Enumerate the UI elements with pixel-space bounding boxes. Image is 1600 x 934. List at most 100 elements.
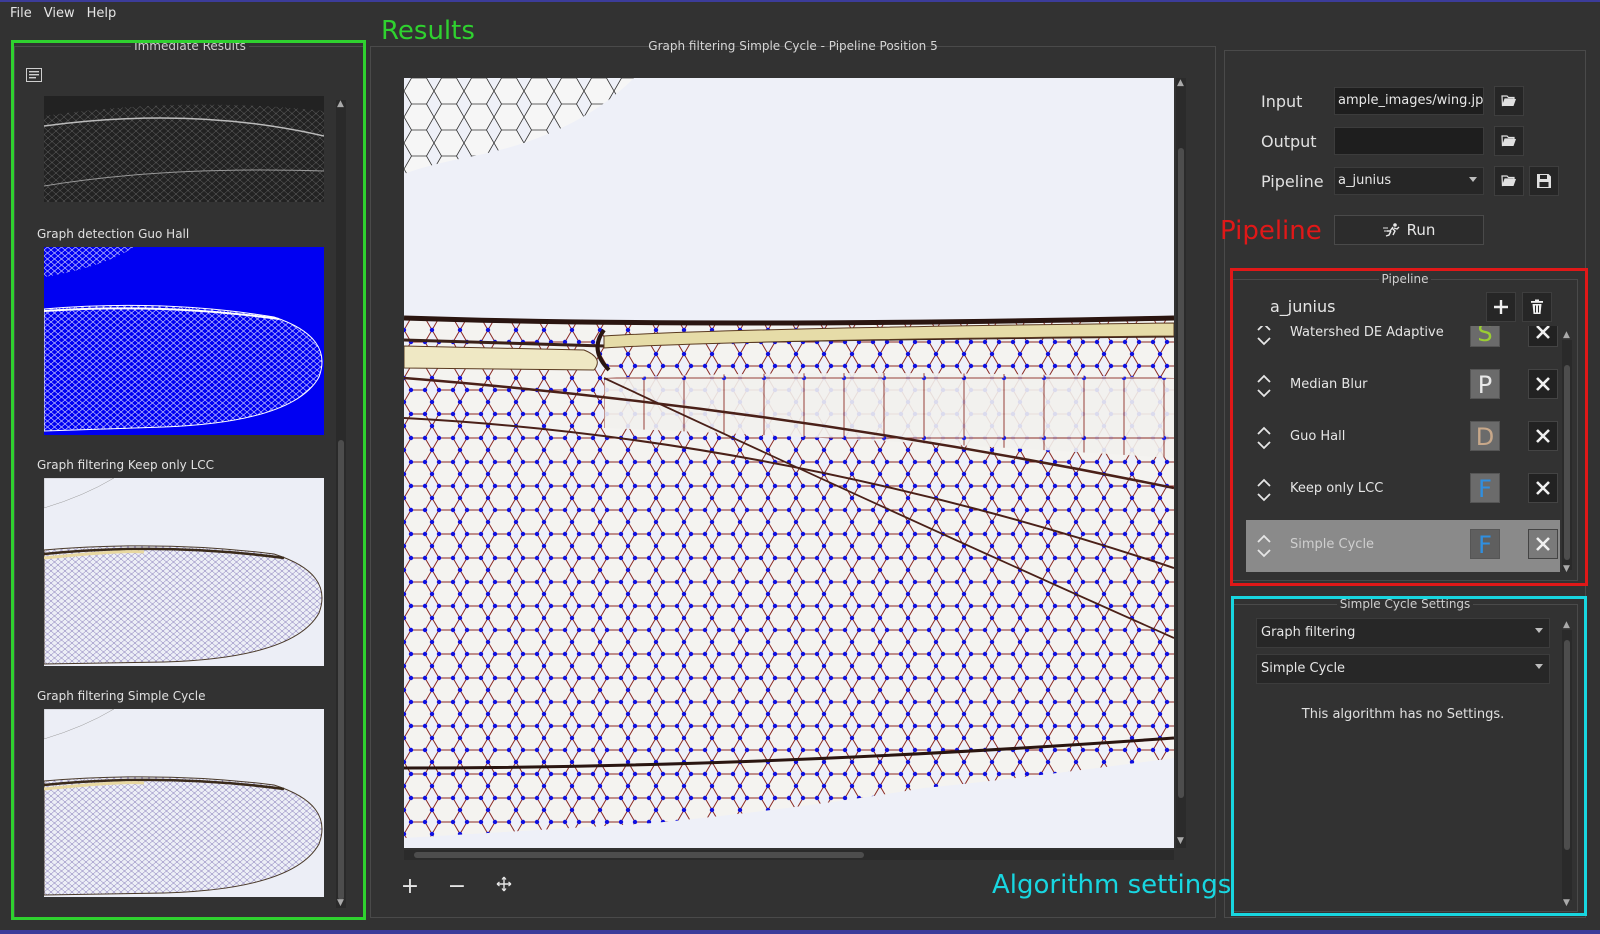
- result-thumbnail-segmentation[interactable]: [44, 96, 324, 202]
- close-icon: [1536, 377, 1550, 391]
- reorder-arrows-icon[interactable]: [1256, 476, 1272, 504]
- running-person-icon: [1382, 223, 1400, 237]
- pipeline-select[interactable]: a_junius: [1334, 167, 1484, 195]
- results-list-icon[interactable]: [26, 68, 42, 82]
- step-type-badge: D: [1470, 421, 1500, 451]
- add-step-button[interactable]: [1486, 292, 1516, 322]
- remove-step-button[interactable]: [1528, 369, 1558, 399]
- input-path-field[interactable]: ample_images/wing.jpg: [1334, 87, 1484, 115]
- close-icon: [1536, 429, 1550, 443]
- settings-scrollbar-thumb[interactable]: [1564, 640, 1570, 850]
- wing-image-canvas[interactable]: [404, 78, 1174, 848]
- pipeline-step-name: Guo Hall: [1290, 429, 1346, 444]
- settings-scroll-down-icon[interactable]: ▼: [1563, 898, 1570, 908]
- viewer-scroll-down-icon[interactable]: ▼: [1177, 836, 1184, 846]
- close-icon: [1536, 326, 1550, 339]
- viewer-horizontal-scrollbar-thumb[interactable]: [414, 852, 864, 858]
- close-icon: [1536, 537, 1550, 551]
- remove-step-button[interactable]: [1528, 421, 1558, 451]
- input-label: Input: [1261, 92, 1303, 111]
- algorithm-category-value: Graph filtering: [1261, 625, 1356, 640]
- step-type-badge: S: [1470, 326, 1500, 347]
- no-settings-message: This algorithm has no Settings.: [1301, 707, 1505, 722]
- pipeline-select-value: a_junius: [1338, 173, 1392, 188]
- result-thumbnail-simple-cycle[interactable]: [44, 709, 324, 897]
- menu-bar: File View Help: [0, 2, 1600, 24]
- plus-icon: [1494, 300, 1508, 314]
- pipeline-step-selected[interactable]: Simple Cycle F: [1246, 520, 1560, 572]
- algorithm-category-select[interactable]: Graph filtering: [1256, 618, 1550, 648]
- menu-view[interactable]: View: [38, 6, 81, 21]
- results-scrollbar[interactable]: [336, 100, 346, 908]
- step-type-badge: F: [1470, 529, 1500, 559]
- move-arrows-icon: [496, 876, 512, 892]
- pipeline-step[interactable]: Median Blur P: [1246, 360, 1560, 412]
- pipeline-scrollbar-thumb[interactable]: [1564, 365, 1570, 560]
- reorder-arrows-icon[interactable]: [1256, 424, 1272, 452]
- reorder-arrows-icon[interactable]: [1256, 372, 1272, 400]
- pipeline-step[interactable]: Keep only LCC F: [1246, 464, 1560, 516]
- save-icon: [1537, 174, 1551, 188]
- result-caption: Graph filtering Keep only LCC: [37, 458, 215, 472]
- pipeline-step-name: Keep only LCC: [1290, 481, 1384, 496]
- zoom-in-button[interactable]: +: [396, 873, 424, 901]
- pipeline-annotation-label: Pipeline: [1220, 216, 1322, 246]
- settings-annotation-label: Algorithm settings: [992, 870, 1232, 900]
- reorder-arrows-icon[interactable]: [1256, 326, 1272, 348]
- chevron-down-icon: [1469, 177, 1477, 182]
- scroll-down-arrow-icon[interactable]: ▼: [337, 898, 344, 908]
- remove-step-button[interactable]: [1528, 473, 1558, 503]
- folder-open-icon: [1501, 175, 1516, 187]
- output-browse-button[interactable]: [1494, 126, 1524, 156]
- remove-step-button[interactable]: [1528, 326, 1558, 347]
- chevron-down-icon: [1535, 628, 1543, 633]
- settings-group-title: Simple Cycle Settings: [1336, 597, 1474, 611]
- output-label: Output: [1261, 132, 1317, 151]
- viewer-horizontal-scrollbar[interactable]: [404, 850, 1174, 860]
- delete-pipeline-button[interactable]: [1522, 292, 1552, 322]
- pipeline-step[interactable]: Guo Hall D: [1246, 412, 1560, 464]
- run-button[interactable]: Run: [1334, 215, 1484, 245]
- settings-scrollbar[interactable]: [1562, 630, 1572, 900]
- result-caption: Graph detection Guo Hall: [37, 227, 190, 241]
- menu-file[interactable]: File: [4, 6, 38, 21]
- result-caption: Graph filtering Simple Cycle: [37, 689, 206, 703]
- fit-view-button[interactable]: [490, 873, 518, 901]
- algorithm-value: Simple Cycle: [1261, 661, 1346, 676]
- viewer-scroll-up-icon[interactable]: ▲: [1177, 78, 1184, 88]
- pipeline-step-name: Watershed DE Adaptive: [1290, 326, 1444, 340]
- pipeline-step-name: Simple Cycle: [1290, 537, 1375, 552]
- run-button-label: Run: [1406, 221, 1436, 239]
- immediate-results-title: Immediate Results: [131, 39, 249, 53]
- results-scrollbar-thumb[interactable]: [338, 440, 344, 900]
- folder-open-icon: [1501, 95, 1516, 107]
- results-annotation-label: Results: [381, 16, 475, 46]
- algorithm-select[interactable]: Simple Cycle: [1256, 654, 1550, 684]
- pipeline-scrollbar[interactable]: [1562, 340, 1572, 570]
- viewer-vertical-scrollbar-thumb[interactable]: [1178, 148, 1184, 798]
- pipeline-save-button[interactable]: [1529, 166, 1559, 196]
- algorithm-settings-group: Simple Cycle Settings: [1232, 597, 1578, 912]
- chevron-down-icon: [1535, 664, 1543, 669]
- pipeline-scroll-down-icon[interactable]: ▼: [1563, 564, 1570, 574]
- menu-help[interactable]: Help: [81, 6, 123, 21]
- reorder-arrows-icon[interactable]: [1256, 532, 1272, 560]
- result-thumbnail-detection[interactable]: [44, 247, 324, 435]
- input-browse-button[interactable]: [1494, 86, 1524, 116]
- scroll-up-arrow-icon[interactable]: ▲: [337, 99, 344, 109]
- settings-scroll-up-icon[interactable]: ▲: [1563, 620, 1570, 630]
- result-thumbnail-keep-lcc[interactable]: [44, 478, 324, 666]
- zoom-out-button[interactable]: −: [443, 873, 471, 901]
- remove-step-button[interactable]: [1528, 529, 1558, 559]
- pipeline-step[interactable]: Watershed DE Adaptive S: [1246, 326, 1560, 360]
- folder-open-icon: [1501, 135, 1516, 147]
- pipeline-name: a_junius: [1270, 297, 1336, 316]
- pipeline-scroll-up-icon[interactable]: ▲: [1563, 330, 1570, 340]
- viewer-title: Graph filtering Simple Cycle - Pipeline …: [648, 39, 938, 53]
- viewer-vertical-scrollbar[interactable]: [1176, 78, 1186, 848]
- pipeline-steps-list: Watershed DE Adaptive S Median Blur P Gu…: [1246, 326, 1560, 576]
- step-type-badge: P: [1470, 369, 1500, 399]
- pipeline-load-button[interactable]: [1494, 166, 1524, 196]
- close-icon: [1536, 481, 1550, 495]
- output-path-field[interactable]: [1334, 127, 1484, 155]
